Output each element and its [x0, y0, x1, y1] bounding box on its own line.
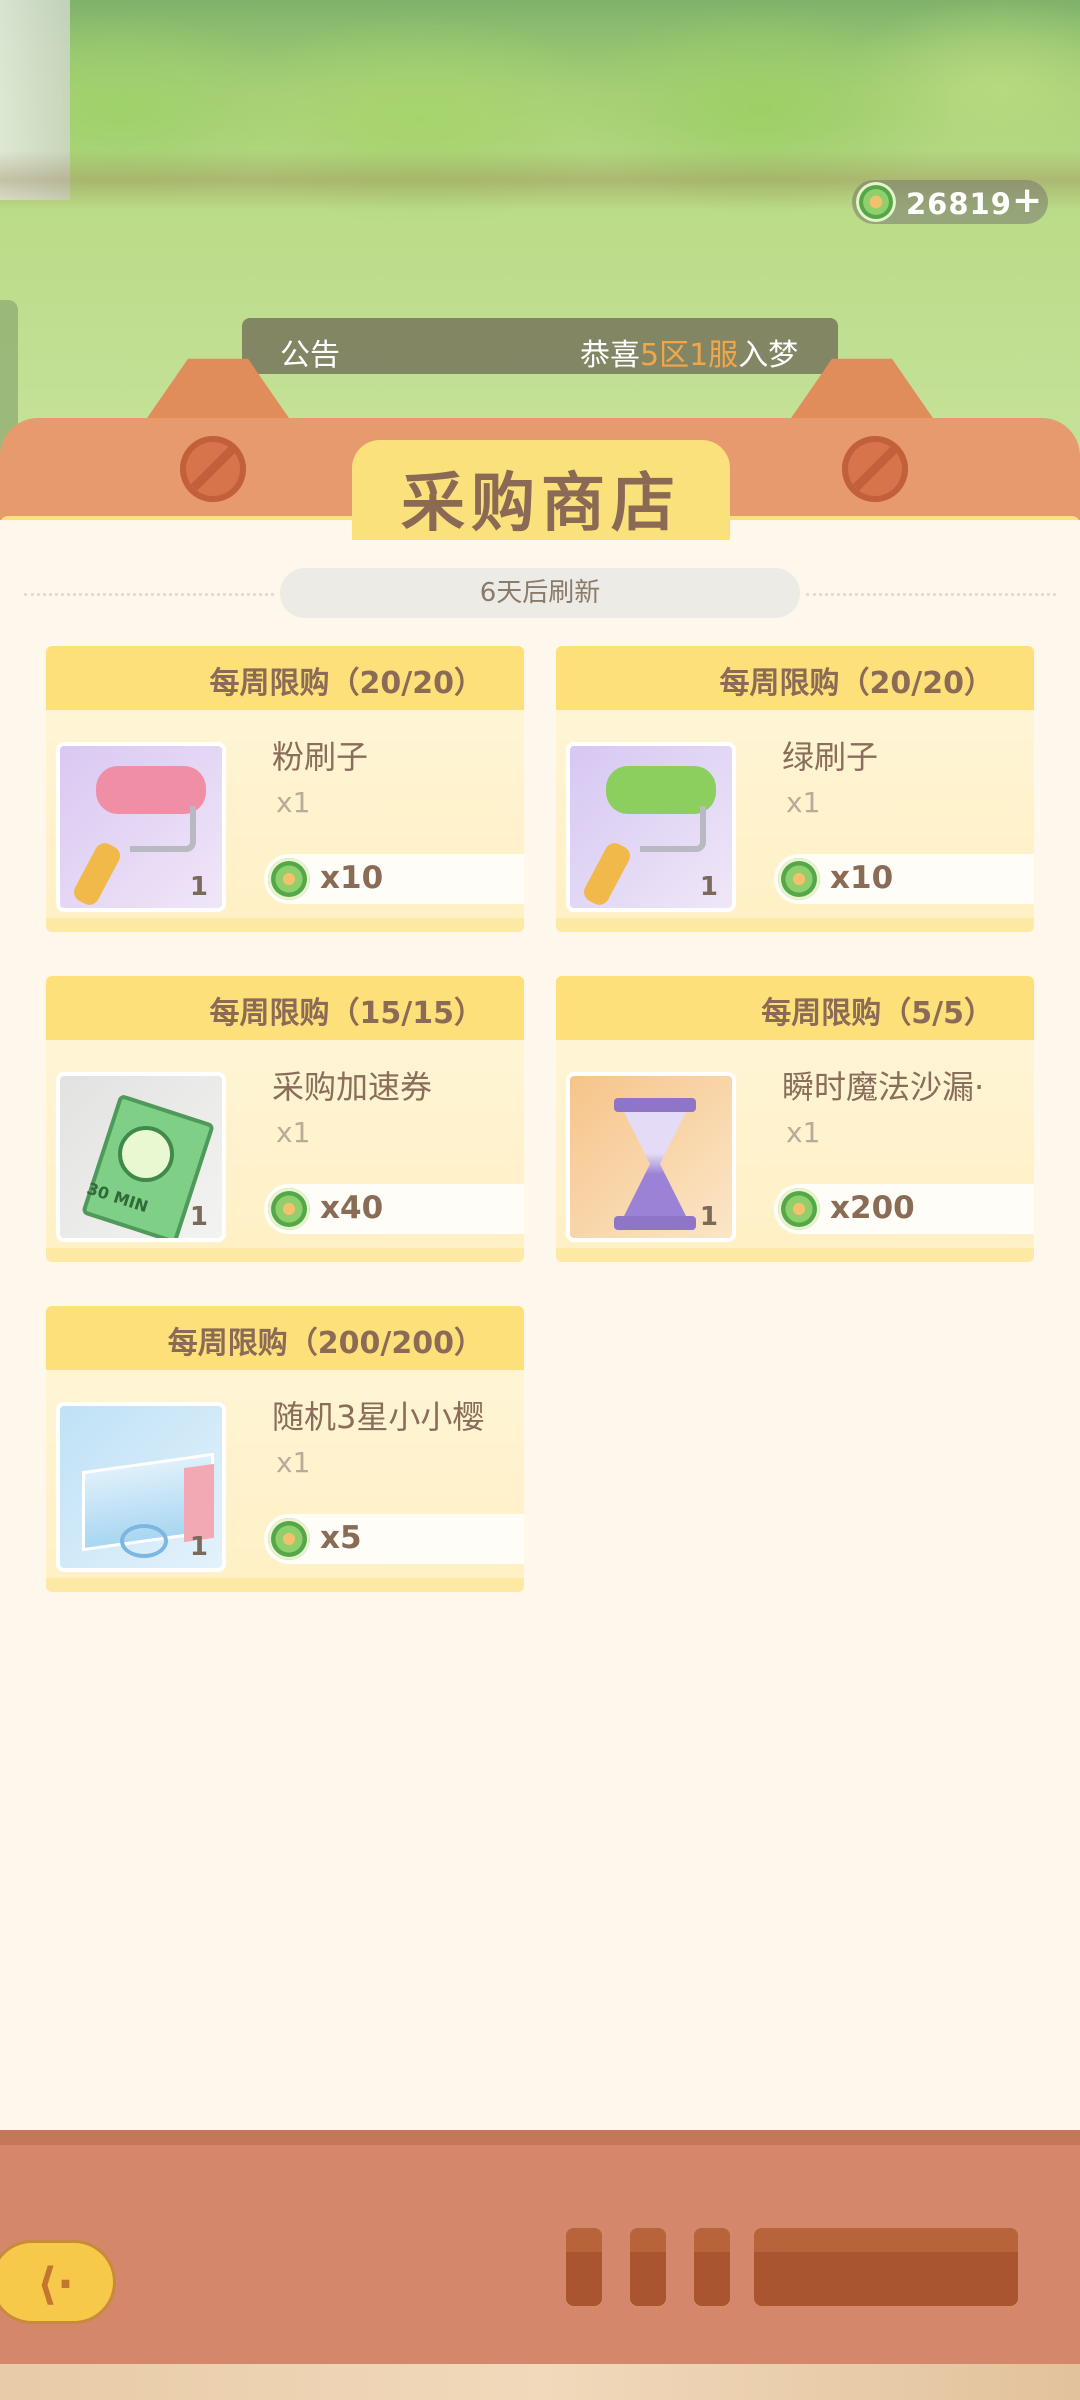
currency-amount: 26819 — [906, 187, 1012, 221]
rainbow-coin-icon — [856, 182, 896, 222]
buy-button[interactable]: x10 — [774, 854, 1034, 904]
purchase-limit: 每周限购（5/5） — [761, 996, 994, 1031]
item-name: 绿刷子 — [782, 738, 879, 776]
divider-left — [24, 593, 274, 596]
card-header: 每周限购（20/20） — [556, 646, 1034, 710]
item-multiplier: x1 — [786, 786, 821, 819]
green-paint-roller-icon: 1 — [566, 742, 736, 912]
card-header: 每周限购（20/20） — [46, 646, 524, 710]
roller-arm — [130, 806, 196, 852]
shop-item-card[interactable]: 每周限购（15/15） 30 MIN 1 采购加速券 x1 x40 — [46, 976, 524, 1262]
clock-icon — [118, 1126, 174, 1182]
item-quantity: 1 — [189, 1532, 208, 1562]
buy-button[interactable]: x5 — [264, 1514, 524, 1564]
back-button[interactable]: ⟨· — [0, 2240, 116, 2324]
item-name: 瞬时魔法沙漏· — [782, 1068, 985, 1106]
item-multiplier: x1 — [276, 1116, 311, 1149]
back-arrow-icon: ⟨· — [37, 2259, 74, 2310]
shop-item-card[interactable]: 每周限购（20/20） 1 粉刷子 x1 x10 — [46, 646, 524, 932]
item-multiplier: x1 — [276, 1446, 311, 1479]
item-price: x200 — [830, 1190, 915, 1226]
rainbow-coin-icon — [268, 1188, 310, 1230]
roller-handle — [580, 839, 634, 908]
card-header: 每周限购（5/5） — [556, 976, 1034, 1040]
roller-handle — [70, 839, 124, 908]
card-header: 每周限购（15/15） — [46, 976, 524, 1040]
buy-button[interactable]: x40 — [264, 1184, 524, 1234]
item-name: 粉刷子 — [272, 738, 369, 776]
magic-hourglass-icon: 1 — [566, 1072, 736, 1242]
bottom-slot-wide — [754, 2228, 1018, 2306]
hourglass-glass — [624, 1112, 686, 1216]
purchase-limit: 每周限购（15/15） — [209, 996, 484, 1031]
bottom-decoration — [0, 2364, 1080, 2400]
announcement-bar[interactable]: 公告 恭喜5区1服入梦 — [242, 318, 838, 374]
refresh-timer: 6天后刷新 — [280, 568, 800, 618]
rainbow-coin-icon — [778, 858, 820, 900]
bottom-slot — [566, 2228, 602, 2306]
currency-display: 26819 + — [852, 180, 1048, 224]
shop-item-card[interactable]: 每周限购（200/200） 1 随机3星小小樱 x1 x5 — [46, 1306, 524, 1592]
item-name: 随机3星小小樱 — [272, 1398, 485, 1436]
shop-item-card[interactable]: 每周限购（20/20） 1 绿刷子 x1 x10 — [556, 646, 1034, 932]
prohibit-sign-icon-right — [842, 436, 908, 502]
item-quantity: 1 — [699, 1202, 718, 1232]
item-price: x10 — [320, 860, 384, 896]
background-scene — [0, 0, 1080, 460]
item-name: 采购加速券 — [272, 1068, 433, 1106]
hourglass-cap-top — [614, 1098, 696, 1112]
rainbow-coin-icon — [268, 1518, 310, 1560]
item-price: x10 — [830, 860, 894, 896]
hourglass-cap-bottom — [614, 1216, 696, 1230]
purchase-limit: 每周限购（20/20） — [209, 666, 484, 701]
rainbow-coin-icon — [778, 1188, 820, 1230]
shop-title: 采购商店 — [401, 467, 681, 541]
box-side — [184, 1463, 214, 1543]
purchase-limit: 每周限购（200/200） — [167, 1326, 484, 1361]
item-quantity: 1 — [189, 1202, 208, 1232]
bottom-slot — [694, 2228, 730, 2306]
item-price: x40 — [320, 1190, 384, 1226]
item-multiplier: x1 — [276, 786, 311, 819]
gift-box-icon: 1 — [56, 1402, 226, 1572]
shop-item-card[interactable]: 每周限购（5/5） 1 瞬时魔法沙漏· x1 x200 — [556, 976, 1034, 1262]
roller-arm — [640, 806, 706, 852]
buy-button[interactable]: x10 — [264, 854, 524, 904]
bottom-slot — [630, 2228, 666, 2306]
item-quantity: 1 — [189, 872, 208, 902]
add-currency-button[interactable]: + — [1012, 183, 1042, 219]
prohibit-sign-icon-left — [180, 436, 246, 502]
bow-icon — [120, 1524, 168, 1558]
purchase-limit: 每周限购（20/20） — [719, 666, 994, 701]
announcement-text: 恭喜5区1服入梦 — [580, 338, 799, 373]
rainbow-coin-icon — [268, 858, 310, 900]
buy-button[interactable]: x200 — [774, 1184, 1034, 1234]
card-header: 每周限购（200/200） — [46, 1306, 524, 1370]
item-quantity: 1 — [699, 872, 718, 902]
pink-paint-roller-icon: 1 — [56, 742, 226, 912]
item-multiplier: x1 — [786, 1116, 821, 1149]
speed-ticket-icon: 30 MIN 1 — [56, 1072, 226, 1242]
announcement-label: 公告 — [280, 338, 340, 373]
item-price: x5 — [320, 1520, 362, 1556]
divider-right — [806, 593, 1056, 596]
